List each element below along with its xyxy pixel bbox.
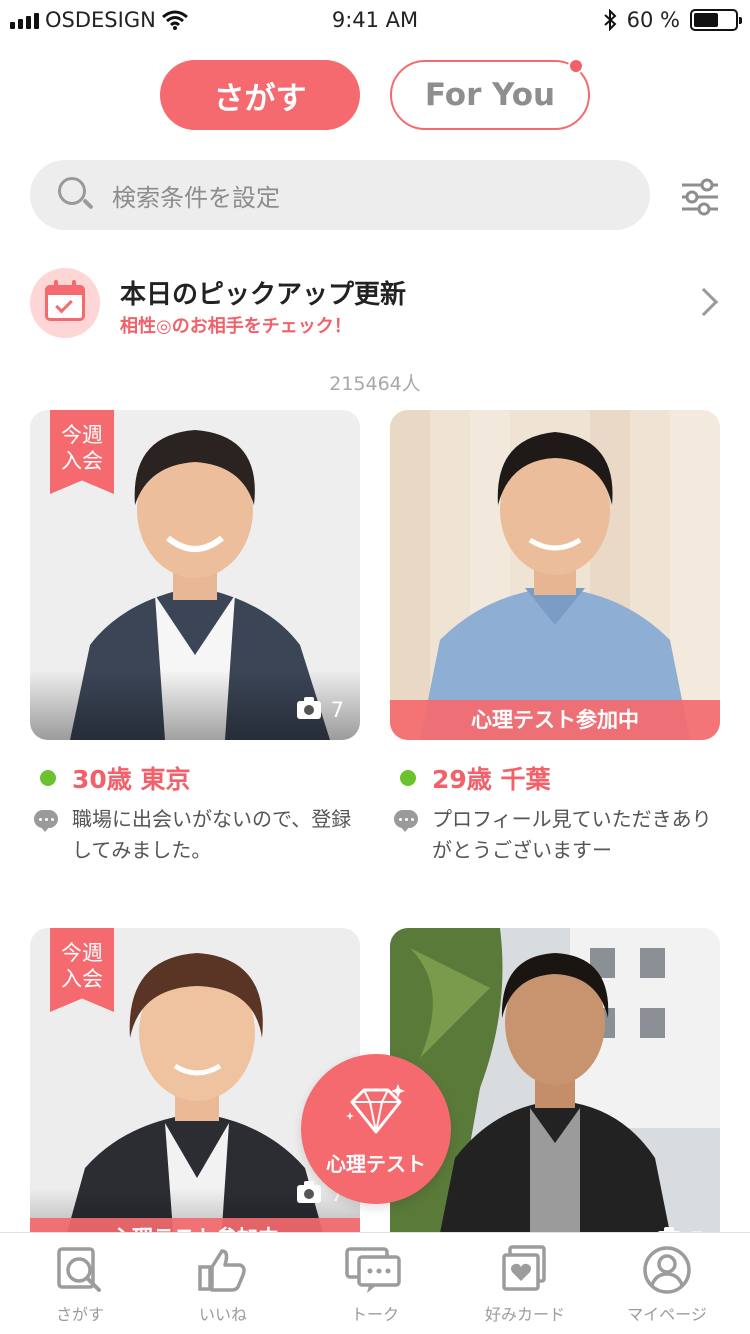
tab-preference-card[interactable]: 好みカード	[450, 1233, 600, 1334]
psych-test-button[interactable]: 心理テスト	[301, 1054, 451, 1204]
tab-label: いいね	[198, 1305, 247, 1324]
search-tab-icon	[57, 1247, 101, 1292]
tab-label: 好みカード	[484, 1305, 565, 1324]
pickup-subtitle: 相性◎のお相手をチェック！	[120, 316, 352, 337]
profile-icon	[643, 1246, 691, 1294]
tab-search[interactable]: さがす	[160, 60, 360, 130]
tab-likes[interactable]: いいね	[148, 1233, 298, 1334]
status-indicators: 60 %	[603, 8, 742, 32]
photo-count-value: 7	[330, 698, 344, 722]
tab-my-page[interactable]: マイページ	[592, 1233, 742, 1334]
photo-count: 7	[296, 697, 344, 722]
profile-card[interactable]: 心理テスト参加中 29歳 千葉 プロフィール見ていただきありがとうございますー	[390, 410, 720, 866]
profile-meta: 29歳 千葉	[390, 760, 720, 796]
profile-comment: 職場に出会いがないので、登録してみました。	[30, 804, 360, 866]
heart-card-icon	[502, 1245, 546, 1291]
age-location: 30歳 東京	[72, 765, 191, 794]
tab-talk[interactable]: トーク	[300, 1233, 450, 1334]
speech-bubble-icon	[34, 810, 58, 832]
thumbs-up-icon	[198, 1249, 246, 1292]
app-screen: OSDESIGN 9:41 AM 60 % さがす For You 検索条件を設…	[0, 0, 750, 1334]
comment-text: 職場に出会いがないので、登録してみました。	[72, 807, 352, 862]
psych-test-label: 心理テスト	[326, 1152, 426, 1176]
status-bar: OSDESIGN 9:41 AM 60 %	[0, 0, 750, 40]
battery-level	[694, 13, 718, 27]
chat-icon	[345, 1247, 401, 1293]
pickup-banner[interactable]: 本日のピックアップ更新 相性◎のお相手をチェック！	[30, 268, 720, 340]
bottom-tab-bar: さがす いいね トーク 好みカード マイページ	[0, 1232, 750, 1334]
tab-search-nav[interactable]: さがす	[5, 1233, 155, 1334]
battery-icon	[690, 9, 742, 31]
diamond-heart-icon	[346, 1084, 405, 1134]
pickup-title: 本日のピックアップ更新	[120, 280, 407, 310]
search-icon	[58, 177, 94, 213]
comment-text: プロフィール見ていただきありがとうございますー	[432, 807, 712, 862]
calendar-icon	[30, 268, 100, 338]
profile-card[interactable]: 今週 入会 7 30歳 東京 職場に出会いがないので、登録してみました。	[30, 410, 360, 866]
camera-icon	[296, 1181, 321, 1203]
search-placeholder: 検索条件を設定	[112, 183, 280, 212]
tab-label: マイページ	[627, 1305, 707, 1324]
filter-settings-icon[interactable]	[680, 177, 720, 217]
psych-test-banner: 心理テスト参加中	[390, 700, 720, 740]
age-location: 29歳 千葉	[432, 765, 551, 794]
camera-icon	[296, 697, 321, 719]
tab-label: トーク	[350, 1305, 399, 1324]
profile-photo[interactable]: 心理テスト参加中	[390, 410, 720, 740]
profile-comment: プロフィール見ていただきありがとうございますー	[390, 804, 720, 866]
search-input[interactable]: 検索条件を設定	[30, 160, 650, 230]
result-count: 215464人	[329, 373, 421, 395]
battery-percent: 60 %	[626, 8, 680, 32]
tab-for-you[interactable]: For You	[390, 60, 590, 130]
profile-photo[interactable]: 今週 入会 7	[30, 410, 360, 740]
chevron-right-icon	[689, 287, 719, 317]
tab-label: さがす	[55, 1305, 104, 1324]
bluetooth-icon	[603, 9, 617, 31]
online-status-dot	[40, 770, 56, 786]
speech-bubble-icon	[394, 810, 418, 832]
notification-dot	[568, 58, 584, 74]
profile-meta: 30歳 東京	[30, 760, 360, 796]
online-status-dot	[400, 770, 416, 786]
